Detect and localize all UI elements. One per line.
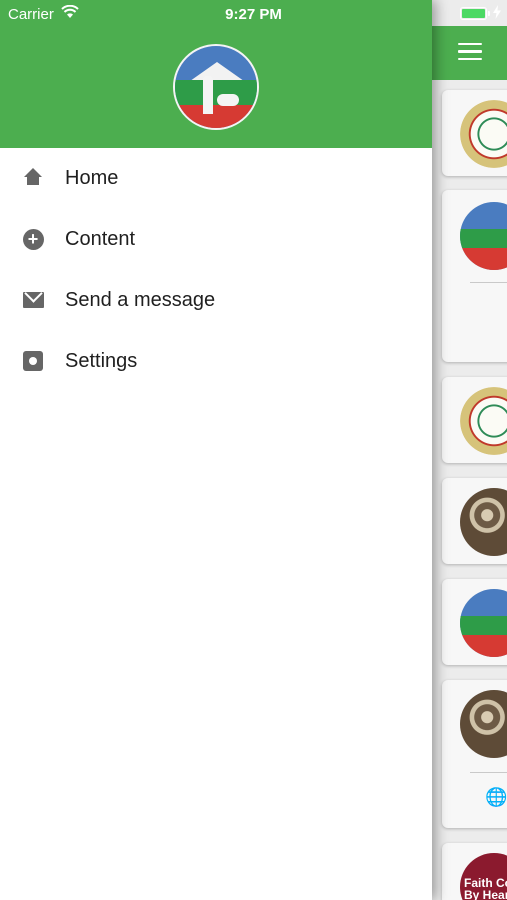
globe-icon[interactable]: 🌐 [485,787,507,808]
menu-item-label: Home [65,167,119,189]
gear-icon [22,350,44,372]
content-thumbnail [460,387,507,455]
status-time: 9:27 PM [225,6,282,23]
app-logo [173,44,259,130]
menu-item-content[interactable]: + Content [0,209,432,270]
content-thumbnail: Faith CoBy Hearin [460,853,507,900]
menu-item-label: Settings [65,350,138,372]
list-item[interactable] [442,377,507,463]
hamburger-menu-icon[interactable] [458,43,482,61]
list-item[interactable] [442,579,507,665]
home-icon [22,167,44,189]
card-divider [470,772,507,773]
drawer-menu: Home + Content Send a message Settings [0,148,432,392]
charging-bolt-icon [493,5,501,19]
content-thumbnail [460,100,507,168]
menu-item-label: Content [65,228,136,250]
plus-circle-icon: + [22,228,44,250]
menu-item-settings[interactable]: Settings [0,331,432,392]
card-divider [470,282,507,283]
battery-icon [460,7,490,20]
menu-item-home[interactable]: Home [0,148,432,209]
list-item[interactable]: 🌐 [442,680,507,828]
thumbnail-text: Faith CoBy Hearin [464,876,507,900]
list-item[interactable] [442,190,507,362]
mail-icon [22,289,44,311]
content-thumbnail [460,690,507,758]
content-thumbnail [460,488,507,556]
status-bar: Carrier 9:27 PM [0,0,507,28]
list-item[interactable] [442,478,507,564]
content-thumbnail [460,202,507,270]
menu-item-label: Send a message [65,289,216,311]
navigation-drawer: Home + Content Send a message Settings [0,0,432,900]
content-thumbnail [460,589,507,657]
menu-item-send-message[interactable]: Send a message [0,270,432,331]
list-item[interactable] [442,90,507,176]
list-item[interactable]: Faith CoBy Hearin [442,843,507,900]
